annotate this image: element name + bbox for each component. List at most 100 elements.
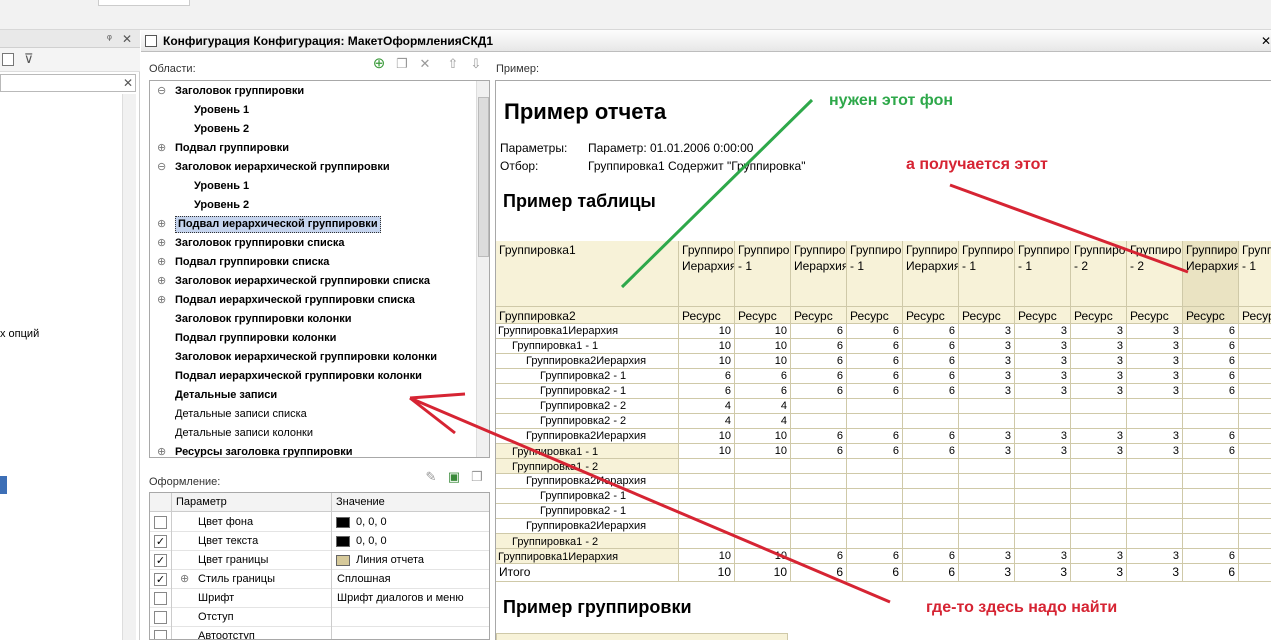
move-up-icon[interactable]: ⇧ [446, 57, 460, 71]
property-value[interactable]: 0, 0, 0 [334, 532, 387, 551]
tree-item[interactable]: Уровень 2 [150, 196, 476, 215]
total-cell: 6 [1183, 564, 1239, 582]
value-cell: 3 [959, 369, 1015, 384]
row-label: Группировка1 - 2 [496, 459, 679, 474]
left-panel-scrollbar[interactable] [122, 94, 136, 640]
copy-icon[interactable]: ❐ [395, 57, 409, 71]
property-value[interactable]: Шрифт диалогов и меню [334, 589, 464, 608]
value-cell [1127, 519, 1183, 534]
value-cell [1239, 354, 1271, 369]
property-value[interactable]: 0, 0, 0 [334, 513, 387, 532]
value-cell: 6 [903, 339, 959, 354]
tree-item[interactable]: ⊕ Подвал группировки списка [150, 253, 476, 272]
tree-item[interactable]: ⊕ Подвал иерархической группировки [150, 215, 476, 234]
value-cell [847, 534, 903, 549]
tree-item[interactable]: Детальные записи списка [150, 405, 476, 424]
row-label: Группировка2 - 1 [496, 384, 679, 399]
collapse-icon[interactable]: ⊖ [157, 158, 166, 177]
expand-icon[interactable]: ⊕ [157, 234, 166, 253]
property-row[interactable]: Автоотступ [150, 627, 489, 639]
property-name: Шрифт [198, 592, 235, 604]
value-cell [903, 534, 959, 549]
areas-tree-scrollbar[interactable] [476, 81, 489, 457]
property-checkbox[interactable] [154, 592, 167, 605]
property-row[interactable]: ✓ Цвет границы Линия отчета [150, 551, 489, 570]
collapse-icon[interactable]: ⊖ [157, 82, 166, 101]
left-search-input[interactable]: ✕ [0, 74, 136, 92]
tree-item[interactable]: Уровень 1 [150, 177, 476, 196]
tree-item[interactable]: Уровень 2 [150, 120, 476, 139]
property-row[interactable]: Отступ [150, 608, 489, 627]
tree-item[interactable]: ⊕ Подвал иерархической группировки списка [150, 291, 476, 310]
window-close-icon[interactable]: ✕ [1261, 30, 1271, 52]
expand-icon[interactable]: ⊕ [157, 272, 166, 291]
top-tab[interactable] [98, 0, 190, 6]
value-cell: 6 [791, 384, 847, 399]
value-cell [1127, 459, 1183, 474]
tree-item[interactable]: Уровень 1 [150, 101, 476, 120]
expand-icon[interactable]: ⊕ [157, 253, 166, 272]
value-cell: 4 [679, 399, 735, 414]
property-checkbox[interactable] [154, 516, 167, 529]
tree-item[interactable]: ⊕ Заголовок группировки списка [150, 234, 476, 253]
filter-icon[interactable]: ⊽ [24, 52, 34, 66]
left-panel-selection-marker [0, 476, 7, 494]
expand-icon[interactable]: ⊕ [157, 139, 166, 158]
expand-icon[interactable]: ⊕ [180, 570, 189, 589]
tree-item[interactable]: ⊖ Заголовок иерархической группировки [150, 158, 476, 177]
tree-item[interactable]: Подвал иерархической группировки колонки [150, 367, 476, 386]
scroll-thumb[interactable] [478, 97, 489, 257]
value-cell: 6 [791, 339, 847, 354]
total-label: Итого [496, 564, 679, 582]
pin-icon[interactable]: ᵠ [107, 32, 112, 46]
value-cell [735, 489, 791, 504]
total-cell: 3 [1071, 564, 1127, 582]
add-icon[interactable]: ⊕ [372, 56, 386, 71]
apply-design-icon[interactable]: ▣ [447, 470, 461, 484]
property-value[interactable]: Линия отчета [334, 551, 424, 570]
property-checkbox[interactable]: ✓ [154, 554, 167, 567]
tree-item[interactable]: ⊖ Заголовок группировки [150, 82, 476, 101]
delete-icon[interactable]: ✕ [418, 57, 432, 71]
property-row[interactable]: Шрифт Шрифт диалогов и меню [150, 589, 489, 608]
property-row[interactable]: ✓ Цвет текста 0, 0, 0 [150, 532, 489, 551]
expand-icon[interactable]: ⊕ [157, 443, 166, 457]
tree-item[interactable]: ⊕ Ресурсы заголовка группировки [150, 443, 476, 457]
property-checkbox[interactable]: ✓ [154, 535, 167, 548]
expand-icon[interactable]: ⊕ [157, 291, 166, 310]
clear-search-icon[interactable]: ✕ [123, 76, 133, 90]
property-checkbox[interactable] [154, 630, 167, 639]
areas-label: Области: [149, 63, 196, 75]
tree-item[interactable]: Подвал группировки колонки [150, 329, 476, 348]
list-icon[interactable] [2, 53, 14, 66]
row-label: Группировка1Иерархия [496, 324, 679, 339]
row-label: Группировка1 - 1 [496, 444, 679, 459]
left-panel-toolbar: ⊽ [0, 48, 140, 72]
property-value[interactable]: Сплошная [334, 570, 391, 589]
edit-pencil-icon[interactable]: ✎ [424, 470, 438, 484]
expand-icon[interactable]: ⊕ [157, 215, 166, 234]
value-cell [679, 519, 735, 534]
value-cell [1239, 459, 1271, 474]
property-row[interactable]: Цвет фона 0, 0, 0 [150, 513, 489, 532]
value-cell [1183, 459, 1239, 474]
value-cell: 6 [679, 384, 735, 399]
value-cell: 6 [791, 324, 847, 339]
property-checkbox[interactable] [154, 611, 167, 624]
value-cell: 3 [1015, 444, 1071, 459]
left-panel-close-icon[interactable]: ✕ [122, 32, 132, 46]
property-row[interactable]: ✓ ⊕ Стиль границы Сплошная [150, 570, 489, 589]
tree-item[interactable]: Заголовок иерархической группировки коло… [150, 348, 476, 367]
tree-item[interactable]: ⊕ Подвал группировки [150, 139, 476, 158]
open-window-icon[interactable]: ❒ [470, 470, 484, 484]
tree-item[interactable]: Детальные записи [150, 386, 476, 405]
tree-item[interactable]: Детальные записи колонки [150, 424, 476, 443]
value-cell [959, 399, 1015, 414]
value-cell: 10 [735, 324, 791, 339]
column-header: Группировка2 Иерархия [791, 241, 847, 307]
tree-item[interactable]: Заголовок группировки колонки [150, 310, 476, 329]
value-cell: 3 [1127, 384, 1183, 399]
property-checkbox[interactable]: ✓ [154, 573, 167, 586]
tree-item[interactable]: ⊕ Заголовок иерархической группировки спи… [150, 272, 476, 291]
move-down-icon[interactable]: ⇩ [469, 57, 483, 71]
